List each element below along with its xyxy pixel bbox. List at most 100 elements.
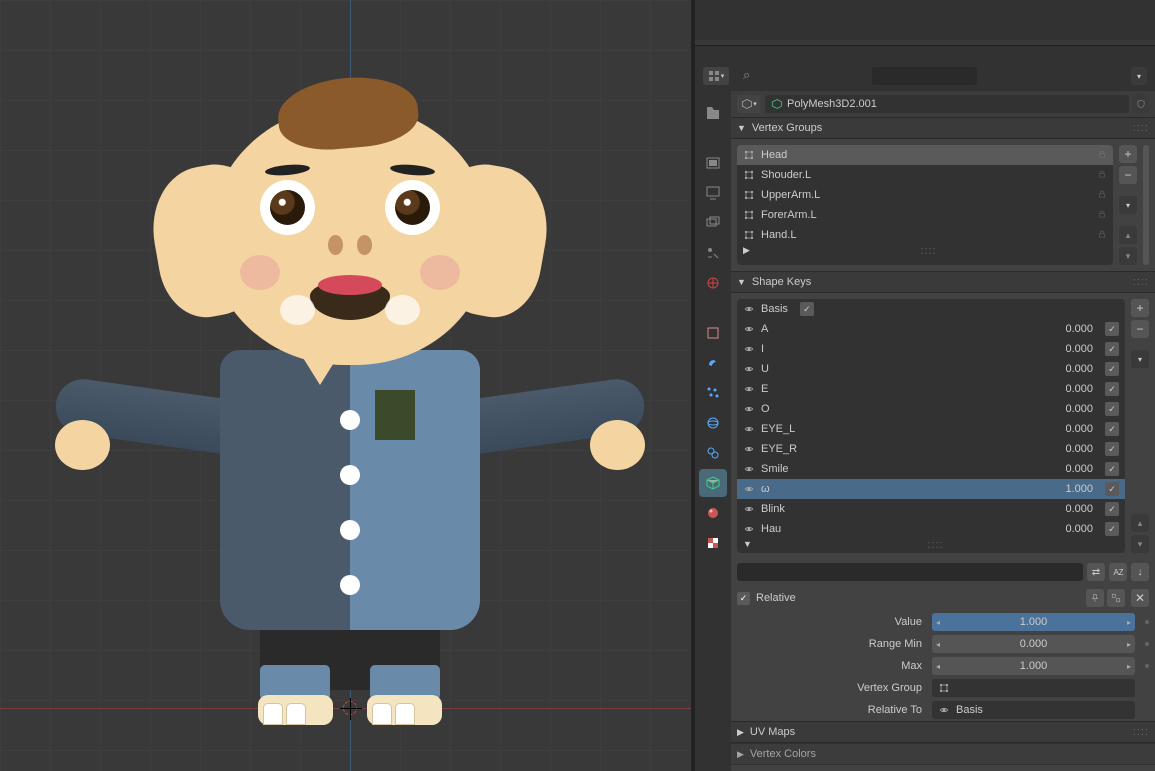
object-name-field[interactable]: PolyMesh3D2.001 [765, 95, 1129, 113]
move-up-button[interactable]: ▴ [1119, 226, 1137, 244]
shape-key-mute-checkbox[interactable]: ✓ [1105, 422, 1119, 436]
drag-icon[interactable]: :::: [1133, 726, 1149, 738]
character-mesh[interactable] [60, 70, 640, 710]
drag-icon[interactable]: :::: [1133, 276, 1149, 288]
drag-icon[interactable]: :::: [920, 245, 936, 259]
vertex-group-field[interactable] [932, 679, 1135, 697]
shape-key-mute-checkbox[interactable]: ✓ [1105, 462, 1119, 476]
modifier-tab-icon[interactable] [699, 349, 727, 377]
vertex-group-item[interactable]: Hand.L [737, 225, 1113, 245]
shape-key-item[interactable]: U0.000✓ [737, 359, 1125, 379]
remove-button[interactable]: − [1119, 166, 1137, 184]
object-tab-icon[interactable] [699, 319, 727, 347]
remove-button[interactable]: − [1131, 320, 1149, 338]
collapse-icon[interactable]: ▼ [743, 539, 752, 553]
shape-key-mute-checkbox[interactable]: ✓ [1105, 402, 1119, 416]
move-down-button[interactable]: ▾ [1131, 535, 1149, 553]
expand-icon[interactable]: ▶ [743, 245, 750, 259]
shape-key-item[interactable]: EYE_R0.000✓ [737, 439, 1125, 459]
relative-to-field[interactable]: Basis [932, 701, 1135, 719]
shape-key-mute-checkbox[interactable]: ✓ [1105, 522, 1119, 536]
editor-type-menu[interactable]: ▾ [703, 67, 729, 85]
vertex-group-item[interactable]: Head [737, 145, 1113, 165]
data-tab-icon[interactable] [699, 469, 727, 497]
shape-keys-header[interactable]: ▼ Shape Keys :::: [731, 271, 1155, 293]
animate-dot-icon[interactable] [1145, 620, 1149, 624]
invert-filter-icon[interactable]: ⇄ [1087, 563, 1105, 581]
vertex-group-item[interactable]: Shouder.L [737, 165, 1113, 185]
properties-search[interactable] [872, 67, 977, 85]
range-min-field[interactable]: 0.000 [932, 635, 1135, 653]
shape-key-pin-icon[interactable] [1086, 589, 1104, 607]
shape-key-mute-checkbox[interactable]: ✓ [1105, 342, 1119, 356]
lock-icon[interactable] [1097, 169, 1107, 182]
move-down-button[interactable]: ▾ [1119, 247, 1137, 265]
vertex-colors-header[interactable]: ▶ Vertex Colors [731, 743, 1155, 765]
shape-key-item[interactable]: ω1.000✓ [737, 479, 1125, 499]
sort-reverse-icon[interactable]: ↓ [1131, 563, 1149, 581]
vertex-groups-list[interactable]: HeadShouder.LUpperArm.LForerArm.LHand.L▶… [737, 145, 1113, 265]
move-up-button[interactable]: ▴ [1131, 514, 1149, 532]
filter-input[interactable] [737, 563, 1083, 581]
shape-key-mute-checkbox[interactable]: ✓ [1105, 482, 1119, 496]
shape-key-item[interactable]: Basis✓ [737, 299, 1125, 319]
lock-icon[interactable] [1097, 229, 1107, 242]
sort-alpha-icon[interactable]: A Z [1109, 563, 1127, 581]
vertex-group-item[interactable]: UpperArm.L [737, 185, 1113, 205]
shape-key-mute-checkbox[interactable]: ✓ [1105, 442, 1119, 456]
drag-icon[interactable]: :::: [1133, 122, 1149, 134]
max-field[interactable]: 1.000 [932, 657, 1135, 675]
lock-icon[interactable] [1097, 209, 1107, 222]
viewlayer-tab-icon[interactable] [699, 209, 727, 237]
shape-key-item[interactable]: Smile0.000✓ [737, 459, 1125, 479]
shape-keys-list[interactable]: Basis✓A0.000✓I0.000✓U0.000✓E0.000✓O0.000… [737, 299, 1125, 553]
constraint-tab-icon[interactable] [699, 439, 727, 467]
shape-key-mute-checkbox[interactable]: ✓ [1105, 362, 1119, 376]
specials-menu[interactable]: ▾ [1131, 350, 1149, 368]
shape-key-mute-checkbox[interactable]: ✓ [1105, 382, 1119, 396]
animate-dot-icon[interactable] [1145, 642, 1149, 646]
specials-menu[interactable]: ▾ [1119, 196, 1137, 214]
fake-user-icon[interactable] [1133, 95, 1149, 113]
relative-checkbox[interactable]: ✓ [737, 592, 750, 605]
shape-key-item[interactable]: E0.000✓ [737, 379, 1125, 399]
value-slider[interactable]: 1.000 [932, 613, 1135, 631]
vertex-groups-header[interactable]: ▼ Vertex Groups :::: [731, 117, 1155, 139]
shape-key-mute-checkbox[interactable]: ✓ [800, 302, 814, 316]
options-menu[interactable]: ▾ [1131, 67, 1147, 85]
particle-tab-icon[interactable] [699, 379, 727, 407]
add-button[interactable]: + [1119, 145, 1137, 163]
pin-icon[interactable]: ▾ [737, 95, 761, 113]
shape-key-item[interactable]: Hau0.000✓ [737, 519, 1125, 539]
shape-key-item[interactable]: Blink0.000✓ [737, 499, 1125, 519]
shape-key-item[interactable]: A0.000✓ [737, 319, 1125, 339]
object-name: PolyMesh3D2.001 [787, 98, 877, 110]
shape-key-item[interactable]: EYE_L0.000✓ [737, 419, 1125, 439]
render-tab-icon[interactable] [699, 149, 727, 177]
panel-title: Shape Keys [752, 276, 811, 288]
uv-maps-header[interactable]: ▶ UV Maps :::: [731, 721, 1155, 743]
output-tab-icon[interactable] [699, 179, 727, 207]
shape-key-clear-icon[interactable]: ✕ [1131, 589, 1149, 607]
scene-tab-icon[interactable] [699, 239, 727, 267]
scrollbar[interactable] [1143, 145, 1149, 265]
lock-icon[interactable] [1097, 189, 1107, 202]
shape-key-mute-checkbox[interactable]: ✓ [1105, 502, 1119, 516]
texture-tab-icon[interactable] [699, 529, 727, 557]
shape-key-mute-checkbox[interactable]: ✓ [1105, 322, 1119, 336]
3d-viewport[interactable] [0, 0, 695, 771]
shape-key-item[interactable]: O0.000✓ [737, 399, 1125, 419]
shape-key-item[interactable]: I0.000✓ [737, 339, 1125, 359]
shape-key-edit-icon[interactable] [1107, 589, 1125, 607]
physics-tab-icon[interactable] [699, 409, 727, 437]
vertex-group-item[interactable]: ForerArm.L [737, 205, 1113, 225]
drag-icon[interactable]: :::: [927, 539, 943, 553]
lock-icon[interactable] [1097, 149, 1107, 162]
range-min-label: Range Min [731, 638, 926, 650]
material-tab-icon[interactable] [699, 499, 727, 527]
add-button[interactable]: + [1131, 299, 1149, 317]
animate-dot-icon[interactable] [1145, 664, 1149, 668]
whisker [385, 295, 420, 325]
world-tab-icon[interactable] [699, 269, 727, 297]
tool-tab-icon[interactable] [699, 99, 727, 127]
